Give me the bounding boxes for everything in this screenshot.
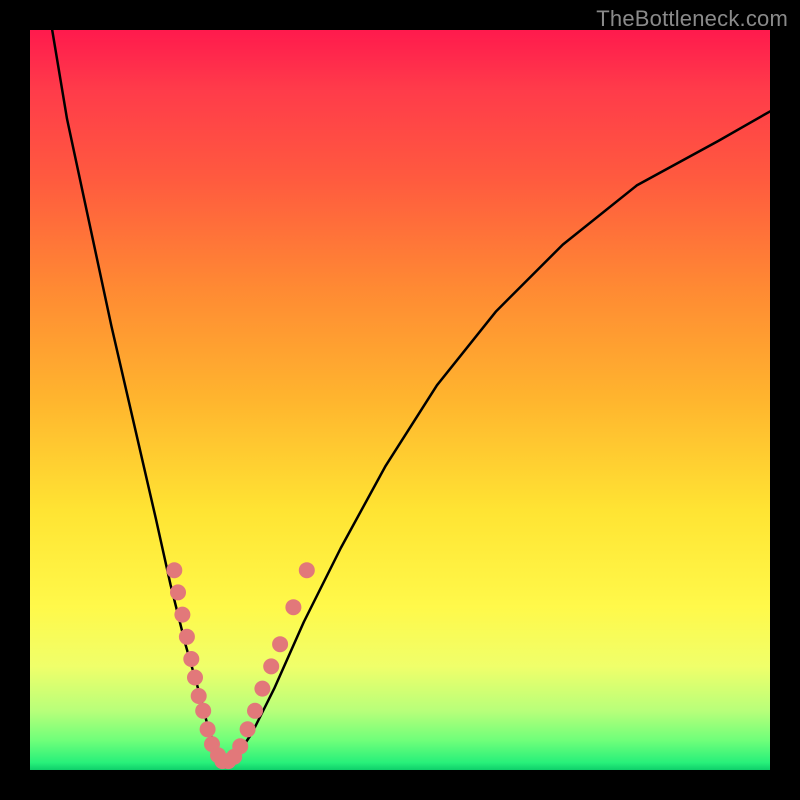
chart-svg	[30, 30, 770, 770]
data-marker	[299, 562, 315, 578]
data-marker	[166, 562, 182, 578]
data-marker	[174, 607, 190, 623]
data-marker	[170, 584, 186, 600]
data-marker	[232, 738, 248, 754]
data-markers	[166, 562, 314, 769]
data-marker	[254, 681, 270, 697]
data-marker	[247, 703, 263, 719]
data-marker	[285, 599, 301, 615]
data-marker	[187, 670, 203, 686]
plot-area	[30, 30, 770, 770]
chart-frame: TheBottleneck.com	[0, 0, 800, 800]
data-marker	[263, 658, 279, 674]
data-marker	[179, 629, 195, 645]
data-marker	[200, 721, 216, 737]
data-marker	[183, 651, 199, 667]
bottleneck-curve	[52, 30, 770, 763]
watermark-text: TheBottleneck.com	[596, 6, 788, 32]
data-marker	[240, 721, 256, 737]
data-marker	[272, 636, 288, 652]
data-marker	[191, 688, 207, 704]
data-marker	[195, 703, 211, 719]
